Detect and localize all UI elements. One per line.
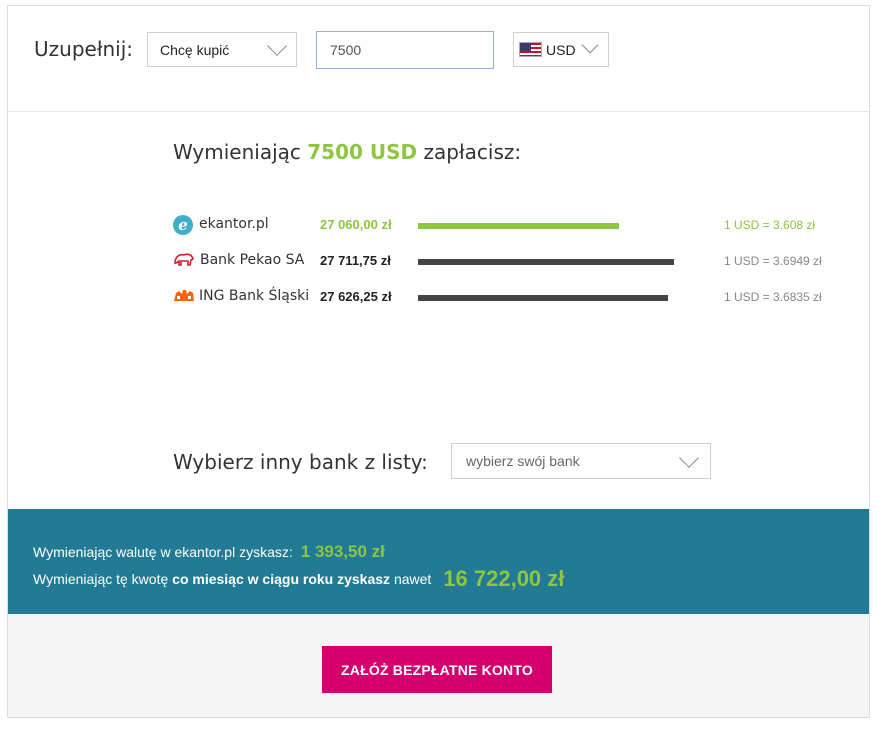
- heading-amount: 7500 USD: [307, 140, 418, 164]
- choose-bank-label: Wybierz inny bank z listy:: [173, 450, 428, 474]
- bank-row-pekao: Bank Pekao SA 27 711,75 zł 1 USD = 3.694…: [173, 249, 863, 273]
- footer: ZAŁÓŻ BEZPŁATNE KONTO: [8, 614, 869, 717]
- price-bar: [418, 223, 619, 229]
- bank-name: Bank Pekao SA: [200, 252, 305, 268]
- bank-rate: 1 USD = 3.608 zł: [724, 218, 816, 232]
- price-bar: [418, 259, 674, 265]
- currency-select-value: USD: [546, 42, 576, 58]
- bank-select-placeholder: wybierz swój bank: [466, 453, 580, 469]
- price-bar: [418, 295, 668, 301]
- chevron-down-icon: [581, 36, 599, 54]
- ing-logo-icon: [173, 287, 194, 307]
- savings-line-single: Wymieniając walutę w ekantor.pl zyskasz:…: [33, 542, 385, 561]
- us-flag-icon: [519, 42, 542, 57]
- bank-name: ekantor.pl: [199, 216, 269, 232]
- form-label: Uzupełnij:: [34, 37, 134, 61]
- savings-value: 1 393,50 zł: [300, 542, 385, 561]
- bank-price: 27 060,00 zł: [320, 217, 392, 232]
- ekantor-logo-icon: e: [173, 215, 193, 235]
- bank-rate: 1 USD = 3.6835 zł: [724, 290, 822, 304]
- bank-row-ing: ING Bank Śląski 27 626,25 zł 1 USD = 3.6…: [173, 285, 863, 309]
- bank-price: 27 626,25 zł: [320, 289, 392, 304]
- bank-rate: 1 USD = 3.6949 zł: [724, 254, 822, 268]
- action-select[interactable]: Chcę kupić: [147, 32, 297, 67]
- comparison-heading: Wymieniając 7500 USD zapłacisz:: [173, 140, 522, 164]
- chevron-down-icon: [267, 36, 287, 56]
- currency-select[interactable]: USD: [513, 32, 609, 67]
- bank-row-ekantor: e ekantor.pl 27 060,00 zł 1 USD = 3.608 …: [173, 213, 863, 237]
- bank-price: 27 711,75 zł: [320, 253, 391, 268]
- input-bar: Uzupełnij: Chcę kupić USD: [8, 6, 869, 112]
- savings-yearly-value: 16 722,00 zł: [443, 566, 565, 591]
- savings-banner: Wymieniając walutę w ekantor.pl zyskasz:…: [8, 509, 869, 614]
- action-select-value: Chcę kupić: [160, 42, 230, 58]
- savings-line-yearly: Wymieniając tę kwotę co miesiąc w ciągu …: [33, 566, 565, 591]
- pekao-logo-icon: [173, 251, 194, 271]
- exchange-calculator: Uzupełnij: Chcę kupić USD Wymieniając 75…: [7, 5, 870, 718]
- amount-input[interactable]: [316, 31, 494, 69]
- create-account-button[interactable]: ZAŁÓŻ BEZPŁATNE KONTO: [322, 646, 552, 693]
- bank-select[interactable]: wybierz swój bank: [451, 443, 711, 479]
- chevron-down-icon: [679, 448, 699, 468]
- bank-name: ING Bank Śląski: [199, 288, 310, 304]
